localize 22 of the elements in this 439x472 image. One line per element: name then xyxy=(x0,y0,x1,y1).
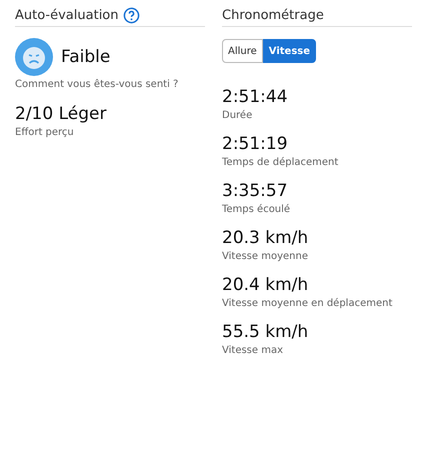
effort-value: 2/10 Léger xyxy=(15,104,108,124)
stat-label: Durée xyxy=(222,110,254,121)
toggle-button[interactable]: Allure xyxy=(222,39,263,63)
stat-label: Vitesse moyenne xyxy=(222,251,309,262)
stat-label: Vitesse max xyxy=(222,345,284,356)
stat-label: Vitesse moyenne en déplacement xyxy=(222,298,394,309)
effort-label: Effort perçu xyxy=(15,127,75,138)
toggle-button[interactable]: Vitesse xyxy=(262,39,316,63)
stat-label: Temps écoulé xyxy=(222,204,292,215)
stat-value: 20.3 km/h xyxy=(222,228,310,248)
sad-face-icon xyxy=(15,38,53,76)
stat-label: Temps de déplacement xyxy=(222,157,340,168)
section-title: Auto-évaluation xyxy=(15,8,118,22)
feeling-label: Comment vous êtes-vous senti ? xyxy=(15,79,180,90)
stat-value: 2:51:19 xyxy=(222,134,289,154)
stat-value: 55.5 km/h xyxy=(222,322,310,342)
stat-value: 3:35:57 xyxy=(222,181,289,201)
feeling-value: Faible xyxy=(61,47,110,67)
stat-value: 20.4 km/h xyxy=(222,275,310,295)
stat-value: 2:51:44 xyxy=(222,87,289,107)
section-title: Chronométrage xyxy=(222,8,324,22)
help-icon[interactable] xyxy=(122,6,140,24)
